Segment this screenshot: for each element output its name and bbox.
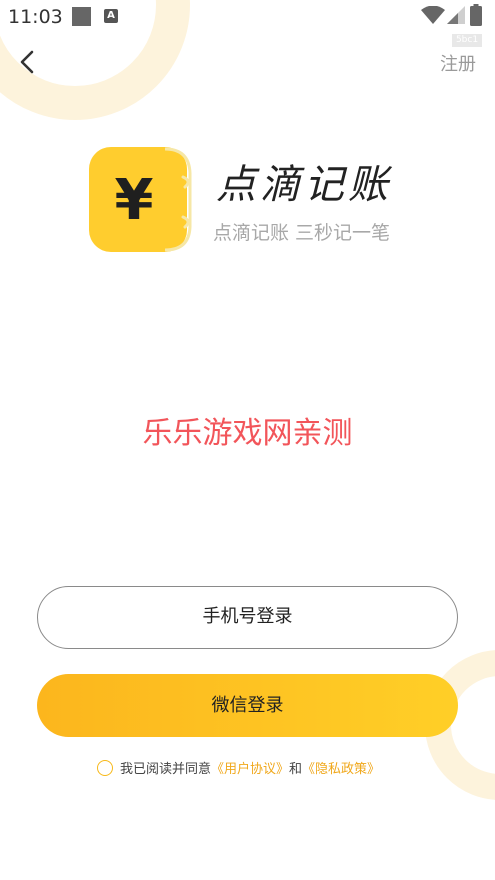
debug-label: 5bc1 <box>452 34 482 47</box>
keyboard-badge-icon: A <box>104 9 118 23</box>
app-slogan: 点滴记账 三秒记一笔 <box>213 222 391 244</box>
app-name: 点滴记账 <box>216 162 392 208</box>
battery-icon <box>470 4 482 26</box>
radio-circle-icon[interactable] <box>97 760 113 776</box>
status-bar: 11:03 A <box>0 0 495 34</box>
wechat-login-button[interactable]: 微信登录 <box>37 674 458 737</box>
cell-signal-icon <box>447 6 465 24</box>
phone-login-button[interactable]: 手机号登录 <box>37 586 458 649</box>
user-agreement-link[interactable]: 《用户协议》 <box>211 762 289 777</box>
app-logo-icon: ¥ <box>89 147 192 252</box>
agreement-row: 我已阅读并同意《用户协议》和《隐私政策》 <box>97 760 380 780</box>
notification-square-icon <box>72 7 91 26</box>
logo-yen-symbol: ¥ <box>115 168 154 233</box>
register-link[interactable]: 注册 <box>440 50 476 76</box>
watermark-text: 乐乐游戏网亲测 <box>142 416 353 451</box>
back-button[interactable] <box>14 46 44 78</box>
chevron-left-icon <box>20 50 34 74</box>
status-time: 11:03 <box>8 6 63 28</box>
privacy-policy-link[interactable]: 《隐私政策》 <box>302 762 380 777</box>
wifi-icon <box>421 6 445 24</box>
agreement-prefix: 我已阅读并同意 <box>120 762 212 777</box>
login-screen: 11:03 A 5bc1 注册 ¥ 点滴记账 点滴记账 三秒记一笔 乐乐游戏网亲… <box>0 0 495 880</box>
agreement-joiner: 和 <box>289 762 303 777</box>
